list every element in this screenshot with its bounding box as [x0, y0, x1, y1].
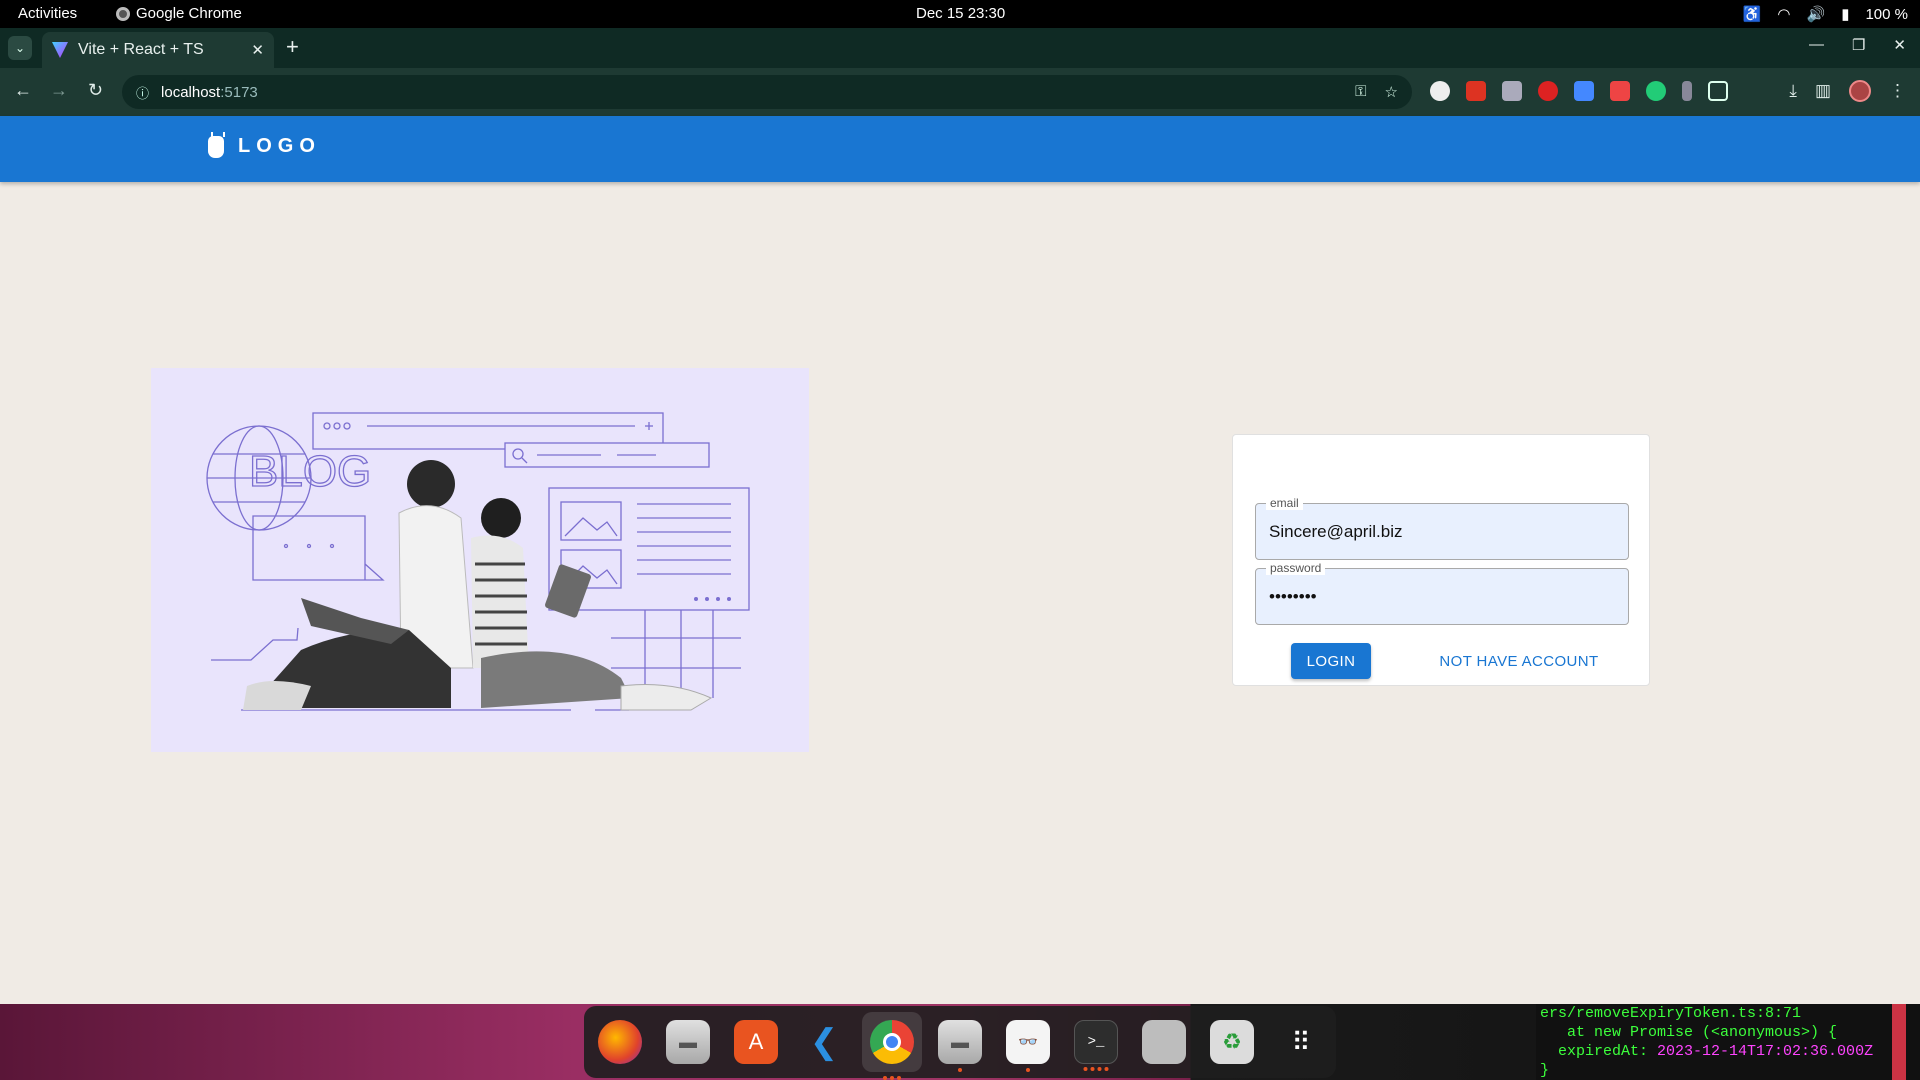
- files-2-icon[interactable]: ▬: [938, 1020, 982, 1072]
- address-bar[interactable]: ⓘ localhost:5173 ⚿ ☆: [122, 75, 1412, 109]
- record-extension-icon[interactable]: [1538, 81, 1558, 101]
- window-controls: — ❐ ✕: [1809, 36, 1906, 54]
- register-link-button[interactable]: NOT HAVE ACCOUNT: [1429, 643, 1609, 679]
- accessibility-icon[interactable]: ♿: [1743, 5, 1762, 23]
- glasses-extension-icon[interactable]: [1502, 81, 1522, 101]
- forward-icon[interactable]: →: [50, 80, 68, 101]
- tab-search-icon[interactable]: ⌄: [8, 36, 32, 60]
- files-icon[interactable]: ▬: [666, 1020, 710, 1064]
- vscode-icon[interactable]: ❮: [802, 1020, 846, 1064]
- page-viewport: LOGO BLOG email Sincere@april.biz passwo…: [0, 116, 1920, 1004]
- reload-icon[interactable]: ↻: [88, 80, 103, 101]
- wifi-icon: ◠: [1777, 6, 1791, 23]
- password-field[interactable]: password ••••••••: [1255, 561, 1629, 625]
- close-icon[interactable]: ✕: [251, 41, 264, 59]
- chrome-icon: [116, 6, 130, 21]
- profile-avatar[interactable]: [1849, 80, 1871, 102]
- url-host: localhost: [161, 83, 221, 101]
- app-grid-icon[interactable]: ⠿: [1278, 1020, 1322, 1064]
- logo-text: LOGO: [238, 135, 321, 157]
- window-close-icon[interactable]: ✕: [1893, 36, 1906, 54]
- target-extension-icon[interactable]: [1646, 81, 1666, 101]
- maximize-icon[interactable]: ❐: [1852, 36, 1865, 54]
- side-panel-icon[interactable]: ▥: [1815, 81, 1831, 101]
- terminal-line: ers/removeExpiryToken.ts:8:71: [1540, 1005, 1802, 1022]
- terminal-key: expiredAt:: [1540, 1043, 1658, 1060]
- blog-text: BLOG: [249, 447, 371, 496]
- tab-strip: ⌄ Vite + React + TS ✕ + — ❐ ✕: [0, 28, 1920, 68]
- terminal-line: expiredAt: 2023-12-14T17:02:36.000Z: [1540, 1042, 1906, 1061]
- toolbar-actions: ⤓ ▥ ⋮: [1789, 80, 1906, 102]
- people-figures: [243, 460, 713, 711]
- system-tray[interactable]: ♿ ◠ 🔊 ▮ 100 %: [1743, 5, 1908, 24]
- vite-favicon-icon: [52, 42, 68, 58]
- login-button[interactable]: LOGIN: [1291, 643, 1371, 679]
- bookmark-star-icon[interactable]: ☆: [1385, 83, 1398, 101]
- disks-icon[interactable]: [1142, 1020, 1186, 1064]
- back-icon[interactable]: ←: [14, 80, 32, 101]
- chrome-icon: [870, 1020, 914, 1064]
- clock[interactable]: Dec 15 23:30: [916, 5, 1005, 22]
- trash-icon[interactable]: ♻: [1210, 1020, 1254, 1064]
- password-label: password: [1266, 561, 1326, 575]
- new-tab-icon[interactable]: +: [286, 34, 299, 60]
- app-center-icon[interactable]: A: [734, 1020, 778, 1064]
- battery-level: 100 %: [1865, 5, 1908, 23]
- extension-1-icon[interactable]: [1430, 81, 1450, 101]
- search-bar-shape: [504, 442, 710, 468]
- password-value: ••••••••: [1269, 587, 1317, 606]
- system-top-bar: Activities Google Chrome Dec 15 23:30 ♿ …: [0, 0, 1920, 28]
- password-key-icon[interactable]: ⚿: [1355, 83, 1366, 101]
- speech-bubble-shape: [252, 515, 385, 581]
- extensions-icon[interactable]: [1708, 81, 1728, 101]
- email-value: Sincere@april.biz: [1269, 522, 1403, 541]
- terminal-window[interactable]: ers/removeExpiryToken.ts:8:71 at new Pro…: [1536, 1004, 1906, 1080]
- download-icon[interactable]: ⤓: [1789, 81, 1797, 101]
- email-label: email: [1266, 496, 1303, 510]
- extension-icons: [1430, 81, 1728, 101]
- tab-title: Vite + React + TS: [78, 41, 204, 58]
- dock: ▬ A ❮ ▬ 👓 >_ ♻ ⠿: [584, 1006, 1336, 1080]
- activities-button[interactable]: Activities: [18, 5, 77, 22]
- terminal-line: }: [1540, 1062, 1550, 1079]
- terminal-icon[interactable]: >_: [1074, 1020, 1118, 1071]
- terminal-edge: [1892, 1004, 1906, 1080]
- site-info-icon[interactable]: ⓘ: [136, 83, 149, 102]
- document-viewer-icon[interactable]: 👓: [1006, 1020, 1050, 1072]
- browser-toolbar: ← → ↻ ⓘ localhost:5173 ⚿ ☆ ⤓ ▥ ⋮: [0, 68, 1920, 116]
- terminal-value: 2023-12-14T17:02:36.000Z: [1657, 1043, 1874, 1060]
- trend-line-shape: [211, 627, 299, 661]
- firefox-icon[interactable]: [598, 1020, 642, 1064]
- url-port: :5173: [220, 83, 258, 101]
- pdf-extension-icon[interactable]: [1466, 81, 1486, 101]
- pin-extension-icon[interactable]: [1682, 81, 1692, 101]
- app-menu[interactable]: Google Chrome: [116, 5, 242, 22]
- login-card: email Sincere@april.biz password •••••••…: [1232, 434, 1650, 686]
- app-header: LOGO: [0, 116, 1920, 182]
- chrome-dock-icon[interactable]: [862, 1012, 922, 1080]
- minimize-icon[interactable]: —: [1809, 36, 1824, 54]
- email-field[interactable]: email Sincere@april.biz: [1255, 496, 1629, 560]
- volume-icon: 🔊: [1806, 6, 1826, 23]
- adb-logo-icon: [208, 131, 225, 158]
- terminal-line: at new Promise (<anonymous>) {: [1540, 1024, 1838, 1041]
- running-indicator: [883, 1076, 901, 1080]
- logo[interactable]: LOGO: [208, 131, 321, 158]
- menu-icon[interactable]: ⋮: [1889, 81, 1906, 101]
- tab-active[interactable]: Vite + React + TS ✕: [42, 32, 274, 68]
- pen-extension-icon[interactable]: [1574, 81, 1594, 101]
- battery-icon: ▮: [1841, 6, 1850, 23]
- screenshot-extension-icon[interactable]: [1610, 81, 1630, 101]
- app-name: Google Chrome: [136, 5, 242, 22]
- blog-illustration: BLOG: [151, 368, 809, 752]
- illustration-svg: BLOG: [206, 412, 750, 711]
